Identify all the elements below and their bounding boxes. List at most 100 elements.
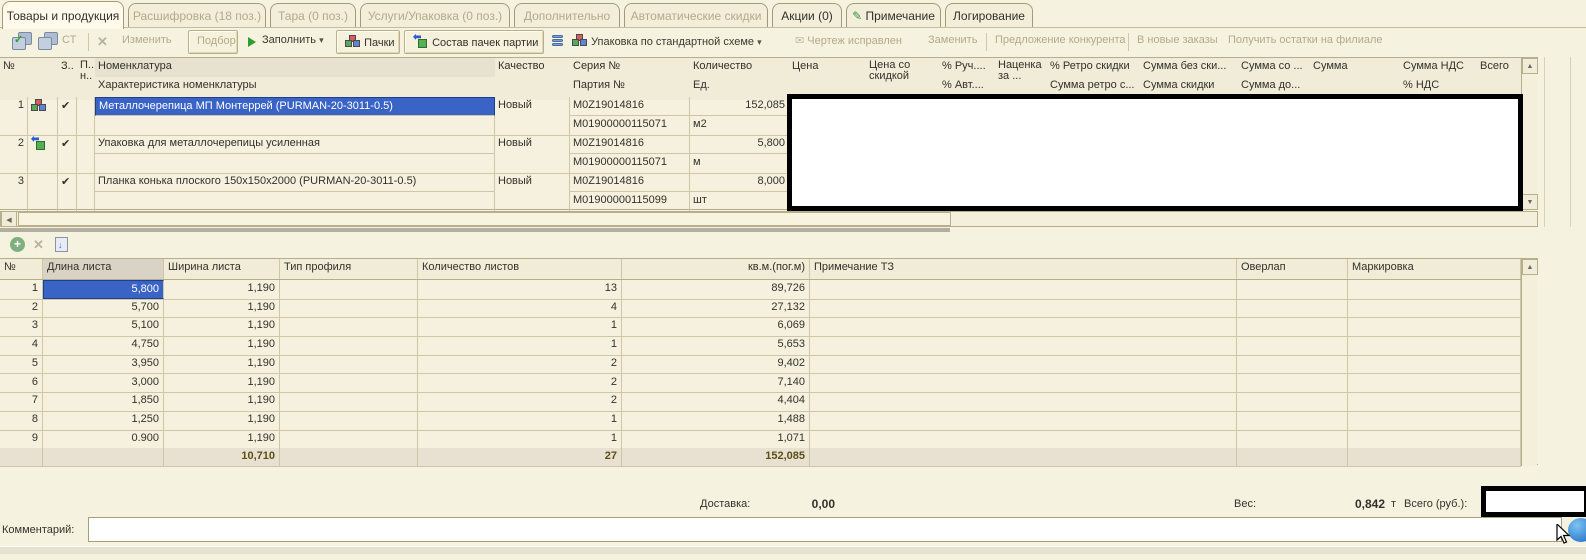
cell-count[interactable]: 2 <box>418 392 622 411</box>
cell-width[interactable]: 1,190 <box>164 317 280 336</box>
cell-length[interactable]: 0.900 <box>43 430 164 449</box>
cell-length[interactable]: 4,750 <box>43 336 164 355</box>
cell-overlap[interactable] <box>1237 430 1348 449</box>
cell-overlap[interactable] <box>1237 411 1348 430</box>
row-icon-cell[interactable] <box>28 173 58 211</box>
row-num[interactable]: 2 <box>0 135 28 173</box>
cell-width[interactable]: 1,190 <box>164 430 280 449</box>
row-check-cell[interactable]: ✔ <box>58 97 77 135</box>
cell-marking[interactable] <box>1348 299 1521 318</box>
cell-width[interactable]: 1,190 <box>164 411 280 430</box>
cell-note[interactable] <box>810 299 1237 318</box>
copy-rows-button[interactable] <box>55 237 68 252</box>
row-p-cell[interactable] <box>77 135 95 173</box>
row-p-cell[interactable] <box>77 97 95 135</box>
cell-overlap[interactable] <box>1237 280 1348 299</box>
scroll-down-icon[interactable]: ▼ <box>1522 194 1538 210</box>
cell-marking[interactable] <box>1348 317 1521 336</box>
cell-length[interactable]: 5,800 <box>43 280 164 299</box>
cell-sqm[interactable]: 4,404 <box>622 392 810 411</box>
row-p-cell[interactable] <box>77 173 95 211</box>
cell-note[interactable] <box>810 336 1237 355</box>
row-quality-cell[interactable]: Новый <box>495 135 570 173</box>
cell-sqm[interactable]: 1,071 <box>622 430 810 449</box>
cell-note[interactable] <box>810 411 1237 430</box>
col-header-sheet-count[interactable]: Количество листов <box>418 259 622 279</box>
delete-row-button-lower[interactable]: ✕ <box>33 237 44 253</box>
cell-sqm[interactable]: 5,653 <box>622 336 810 355</box>
col-header-num[interactable]: № <box>0 259 43 279</box>
cell-marking[interactable] <box>1348 355 1521 374</box>
cell-num[interactable]: 9 <box>0 430 43 449</box>
cell-num[interactable]: 7 <box>0 392 43 411</box>
cell-length[interactable]: 5,100 <box>43 317 164 336</box>
col-header-width[interactable]: Ширина листа <box>164 259 280 279</box>
cell-sqm[interactable]: 6,069 <box>622 317 810 336</box>
cell-width[interactable]: 1,190 <box>164 280 280 299</box>
row-characteristic-cell[interactable] <box>95 154 495 173</box>
cell-length[interactable]: 3,950 <box>43 355 164 374</box>
pick-button[interactable]: Подбор <box>188 30 238 54</box>
row-icon-cell[interactable]: ⬅ <box>28 135 58 173</box>
cell-num[interactable]: 6 <box>0 374 43 393</box>
col-header-quality[interactable]: Качество <box>495 58 577 100</box>
ct-button[interactable]: СТ <box>62 34 76 52</box>
cell-sqm[interactable]: 27,132 <box>622 299 810 318</box>
cell-count[interactable]: 1 <box>418 317 622 336</box>
cell-marking[interactable] <box>1348 392 1521 411</box>
cell-length[interactable]: 1,250 <box>43 411 164 430</box>
cell-marking[interactable] <box>1348 280 1521 299</box>
cell-overlap[interactable] <box>1237 336 1348 355</box>
row-num[interactable]: 1 <box>0 97 28 135</box>
cell-profile[interactable] <box>280 374 418 393</box>
cell-overlap[interactable] <box>1237 355 1348 374</box>
cell-sqm[interactable]: 7,140 <box>622 374 810 393</box>
cell-profile[interactable] <box>280 430 418 449</box>
tab-tare[interactable]: Тара (0 поз.) <box>270 3 356 28</box>
cell-sqm[interactable]: 9,402 <box>622 355 810 374</box>
cell-note[interactable] <box>810 430 1237 449</box>
cell-note[interactable] <box>810 317 1237 336</box>
items-table-hscrollbar[interactable]: ◀ <box>0 211 1538 227</box>
cell-overlap[interactable] <box>1237 374 1348 393</box>
row-characteristic-cell[interactable] <box>95 192 495 211</box>
cell-num[interactable]: 4 <box>0 336 43 355</box>
row-seria-cell[interactable]: M0Z19014816 <box>570 135 690 154</box>
row-unit-cell[interactable]: м <box>690 154 789 173</box>
cell-overlap[interactable] <box>1237 299 1348 318</box>
row-seria-cell[interactable]: M0Z19014816 <box>570 97 690 116</box>
cell-num[interactable]: 2 <box>0 299 43 318</box>
col-header-tz-note[interactable]: Примечание ТЗ <box>810 259 1237 279</box>
row-characteristic-cell[interactable] <box>95 116 495 135</box>
cell-num[interactable]: 8 <box>0 411 43 430</box>
cell-profile[interactable] <box>280 280 418 299</box>
cell-overlap[interactable] <box>1237 392 1348 411</box>
col-header-overlap[interactable]: Оверлап <box>1237 259 1348 279</box>
cell-note[interactable] <box>810 280 1237 299</box>
tab-goods-products[interactable]: Товары и продукция <box>2 1 124 29</box>
cell-count[interactable]: 1 <box>418 430 622 449</box>
row-qty-cell[interactable]: 152,085 <box>690 97 789 116</box>
cell-marking[interactable] <box>1348 430 1521 449</box>
row-partia-cell[interactable]: M01900000115071 <box>570 154 690 173</box>
cell-width[interactable]: 1,190 <box>164 374 280 393</box>
cell-profile[interactable] <box>280 392 418 411</box>
row-unit-cell[interactable]: м2 <box>690 116 789 135</box>
cell-note[interactable] <box>810 355 1237 374</box>
cell-marking[interactable] <box>1348 336 1521 355</box>
row-partia-cell[interactable]: M01900000115099 <box>570 192 690 211</box>
comment-input[interactable] <box>88 517 1562 542</box>
to-new-orders-button[interactable]: В новые заказы <box>1137 34 1218 52</box>
cell-count[interactable]: 2 <box>418 355 622 374</box>
add-row-button[interactable]: + <box>10 237 25 252</box>
row-check-cell[interactable]: ✔ <box>58 135 77 173</box>
pack-batch-button[interactable]: ⬅ Состав пачек партии <box>404 30 544 54</box>
get-branch-rest-button[interactable]: Получить остатки на филиале <box>1228 34 1383 52</box>
row-quality-cell[interactable]: Новый <box>495 173 570 211</box>
cell-width[interactable]: 1,190 <box>164 336 280 355</box>
cell-note[interactable] <box>810 392 1237 411</box>
edit-button[interactable]: Изменить <box>122 34 172 52</box>
row-check-cell[interactable]: ✔ <box>58 173 77 211</box>
splitter-bar[interactable] <box>0 228 950 232</box>
cell-sqm[interactable]: 1,488 <box>622 411 810 430</box>
